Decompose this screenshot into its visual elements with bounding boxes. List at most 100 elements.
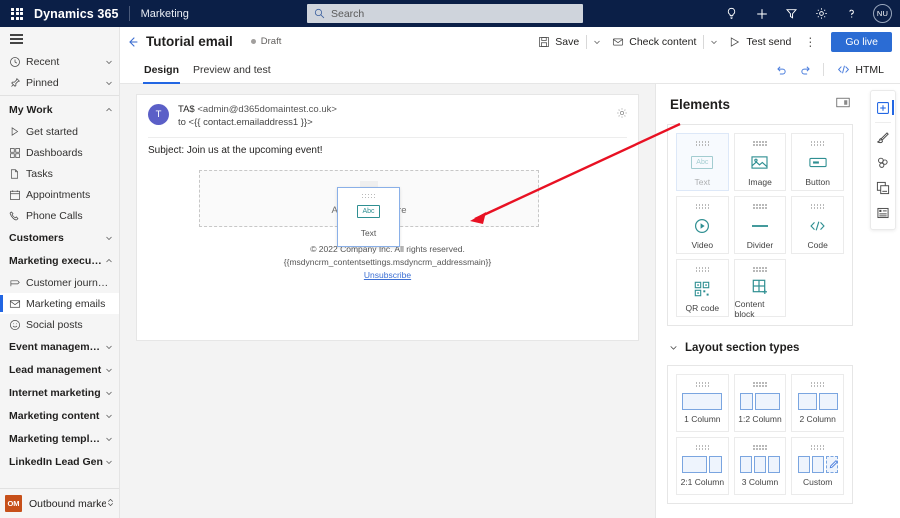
element-tile-button[interactable]: Button — [791, 133, 844, 191]
layout-tile-2-column[interactable]: 2 Column — [791, 374, 844, 432]
layout-tile-2-1-column[interactable]: 2:1 Column — [676, 437, 729, 495]
sidebar-item-pinned[interactable]: Pinned — [0, 72, 119, 93]
sidebar-item-dashboards[interactable]: Dashboards — [0, 142, 119, 163]
element-label: Divider — [746, 239, 774, 250]
element-tile-text[interactable]: Abc Text — [676, 133, 729, 191]
sidebar-item-appointments[interactable]: Appointments — [0, 184, 119, 205]
sidebar-item-label: Phone Calls — [26, 209, 83, 222]
test-send-button[interactable]: Test send — [723, 33, 797, 51]
email-footer: © 2022 Company Inc. All rights reserved.… — [137, 243, 638, 283]
sidebar-item-get-started[interactable]: Get started — [0, 121, 119, 142]
more-commands-button[interactable]: ⋮ — [797, 34, 823, 50]
redo-icon[interactable] — [794, 60, 816, 80]
sidebar-group-customers[interactable]: Customers — [0, 226, 119, 249]
toolbar-divider — [823, 63, 825, 76]
sidebar-divider — [0, 95, 119, 96]
app-launcher-icon[interactable] — [0, 7, 34, 20]
themes-icon[interactable] — [871, 150, 895, 175]
plus-icon[interactable] — [753, 5, 770, 22]
drag-grip-icon — [753, 382, 767, 387]
abc-icon: Abc — [357, 205, 380, 219]
app-name-label[interactable]: Marketing — [130, 8, 189, 20]
save-label: Save — [555, 35, 580, 48]
elements-panel-content: Abc Text Image Button Video Divider Code… — [656, 124, 864, 518]
sidebar-group-my-work[interactable]: My Work — [0, 98, 119, 121]
collapse-panel-icon[interactable] — [836, 95, 850, 113]
styles-brush-icon[interactable] — [871, 125, 895, 150]
html-toggle-button[interactable]: HTML — [831, 60, 890, 79]
toolbar-divider — [875, 122, 891, 123]
check-content-dropdown-chevron[interactable] — [705, 35, 723, 49]
help-icon[interactable] — [843, 5, 860, 22]
gear-icon[interactable] — [813, 5, 830, 22]
layout-3-column-icon — [739, 455, 780, 473]
search-input[interactable]: Search — [307, 4, 583, 23]
sidebar-group-marketing-templates[interactable]: Marketing templates — [0, 427, 119, 450]
layout-tile-3-column[interactable]: 3 Column — [733, 437, 787, 495]
envelope-icon — [613, 37, 624, 46]
sidebar-item-social-posts[interactable]: Social posts — [0, 314, 119, 335]
save-dropdown-chevron[interactable] — [588, 35, 606, 49]
save-button[interactable]: Save — [532, 33, 585, 51]
tab-design[interactable]: Design — [137, 56, 186, 84]
element-tile-content-block[interactable]: Content block — [733, 259, 787, 319]
tab-preview-and-test[interactable]: Preview and test — [186, 56, 278, 84]
lightbulb-icon[interactable] — [723, 5, 740, 22]
go-live-button[interactable]: Go live — [831, 31, 892, 52]
brand-title[interactable]: Dynamics 365 — [34, 7, 129, 21]
layout-tile-custom[interactable]: Custom — [791, 437, 844, 495]
status-badge: Draft — [250, 36, 281, 47]
top-navigation-bar: Dynamics 365 Marketing Search NU — [0, 0, 900, 27]
content-blocks-icon[interactable] — [871, 175, 895, 200]
sidebar-group-marketing-execution[interactable]: Marketing execution — [0, 249, 119, 272]
pin-icon — [9, 77, 26, 89]
designer-tools: HTML — [770, 60, 900, 80]
sidebar-group-marketing-content[interactable]: Marketing content — [0, 404, 119, 427]
layout-tile-1-2-column[interactable]: 1:2 Column — [733, 374, 787, 432]
layout-section-header[interactable]: Layout section types — [656, 335, 864, 365]
search-icon — [314, 8, 325, 19]
layout-label: 1 Column — [684, 413, 721, 424]
element-tile-divider[interactable]: Divider — [733, 196, 787, 254]
undo-icon[interactable] — [770, 60, 792, 80]
sidebar-item-phone-calls[interactable]: Phone Calls — [0, 205, 119, 226]
check-content-button[interactable]: Check content — [606, 33, 702, 51]
element-tile-code[interactable]: Code — [791, 196, 844, 254]
sidebar-item-customer-journeys[interactable]: Customer journeys — [0, 272, 119, 293]
unsubscribe-link[interactable]: Unsubscribe — [137, 269, 638, 282]
chevron-down-icon — [711, 40, 718, 44]
layout-1-2-column-icon — [739, 392, 780, 410]
sidebar-group-event-management[interactable]: Event management — [0, 335, 119, 358]
chevron-down-icon — [669, 339, 678, 357]
layout-label: 3 Column — [741, 476, 779, 487]
back-arrow-icon[interactable] — [120, 35, 146, 49]
sidebar-group-internet-marketing[interactable]: Internet marketing — [0, 381, 119, 404]
sidebar-item-recent[interactable]: Recent — [0, 51, 119, 72]
sidebar-group-label: Event management — [9, 340, 103, 353]
drag-grip-icon — [810, 382, 825, 387]
footer-address-token: {{msdyncrm_contentsettings.msdyncrm_addr… — [283, 256, 492, 267]
app-area-switcher[interactable]: OM Outbound market... — [0, 488, 119, 518]
email-settings-gear-icon[interactable] — [616, 106, 628, 124]
sidebar-group-lead-management[interactable]: Lead management — [0, 358, 119, 381]
properties-icon[interactable] — [871, 200, 895, 225]
email-header: T TA$ <admin@d365domaintest.co.uk> to <{… — [137, 95, 638, 137]
element-tile-video[interactable]: Video — [676, 196, 729, 254]
site-map-toggle-icon[interactable] — [0, 27, 119, 51]
elements-panel-header: Elements — [656, 84, 864, 124]
chevron-down-icon — [103, 366, 113, 374]
element-tile-image[interactable]: Image — [733, 133, 787, 191]
sidebar-group-linkedin-lead-gen[interactable]: LinkedIn Lead Gen — [0, 450, 119, 473]
layout-tile-1-column[interactable]: 1 Column — [676, 374, 729, 432]
sidebar-item-tasks[interactable]: Tasks — [0, 163, 119, 184]
top-nav-actions: NU — [723, 0, 892, 27]
avatar[interactable]: NU — [873, 4, 892, 23]
element-label: Text — [694, 176, 711, 187]
sidebar-item-marketing-emails[interactable]: Marketing emails — [0, 293, 119, 314]
button-icon — [809, 153, 827, 173]
drag-ghost-text-element[interactable]: Abc Text — [337, 186, 400, 247]
add-elements-icon[interactable] — [871, 95, 895, 120]
chevron-down-icon — [103, 389, 113, 397]
filter-icon[interactable] — [783, 5, 800, 22]
element-tile-qr-code[interactable]: QR code — [676, 259, 729, 317]
